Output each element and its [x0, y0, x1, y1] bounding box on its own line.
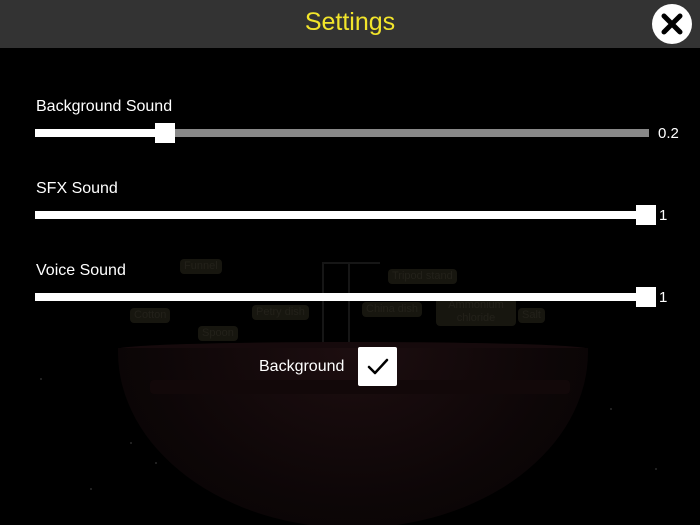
settings-header: Settings: [0, 0, 700, 48]
close-button[interactable]: [652, 4, 692, 44]
scene-label-cotton: Cotton: [130, 308, 171, 323]
background-scene: Funnel Cotton Spoon Petry dish Tripod st…: [0, 48, 700, 525]
scene-label-tripod-stand: Tripod stand: [388, 269, 457, 284]
slider-fill: [35, 211, 646, 219]
checkmark-icon: [367, 358, 389, 375]
scene-label-petri-dish: Petry dish: [252, 305, 309, 320]
sfx-sound-value: 1: [659, 207, 668, 224]
particle: [90, 488, 92, 490]
voice-sound-slider[interactable]: [35, 287, 656, 307]
sfx-sound-label: SFX Sound: [36, 180, 118, 197]
background-sound-label: Background Sound: [36, 98, 173, 115]
sfx-sound-slider[interactable]: [35, 205, 656, 225]
slider-handle[interactable]: [155, 123, 175, 143]
background-sound-value: 0.2: [658, 125, 679, 142]
voice-sound-value: 1: [659, 289, 668, 306]
stand-bar: [322, 262, 380, 264]
scene-label-funnel: Funnel: [180, 259, 222, 274]
scene-label-salt: Salt: [518, 308, 545, 323]
particle: [40, 378, 42, 380]
particle: [155, 462, 157, 464]
background-toggle-label: Background: [259, 358, 345, 375]
particle: [655, 468, 657, 470]
page-title: Settings: [304, 8, 396, 36]
slider-fill: [35, 129, 165, 137]
background-sound-slider[interactable]: [35, 123, 649, 143]
voice-sound-label: Voice Sound: [36, 262, 126, 279]
slider-handle[interactable]: [636, 287, 656, 307]
background-checkbox[interactable]: [358, 347, 397, 386]
scene-label-spoon: Spoon: [198, 326, 238, 341]
close-icon: [661, 13, 683, 35]
basin: [118, 348, 588, 525]
scene-label-china-dish: China dish: [362, 302, 422, 317]
slider-fill: [35, 293, 646, 301]
particle: [130, 442, 132, 444]
scene-label-ammonium-chloride: Ammonium chloride: [436, 298, 516, 326]
particle: [610, 408, 612, 410]
slider-handle[interactable]: [636, 205, 656, 225]
